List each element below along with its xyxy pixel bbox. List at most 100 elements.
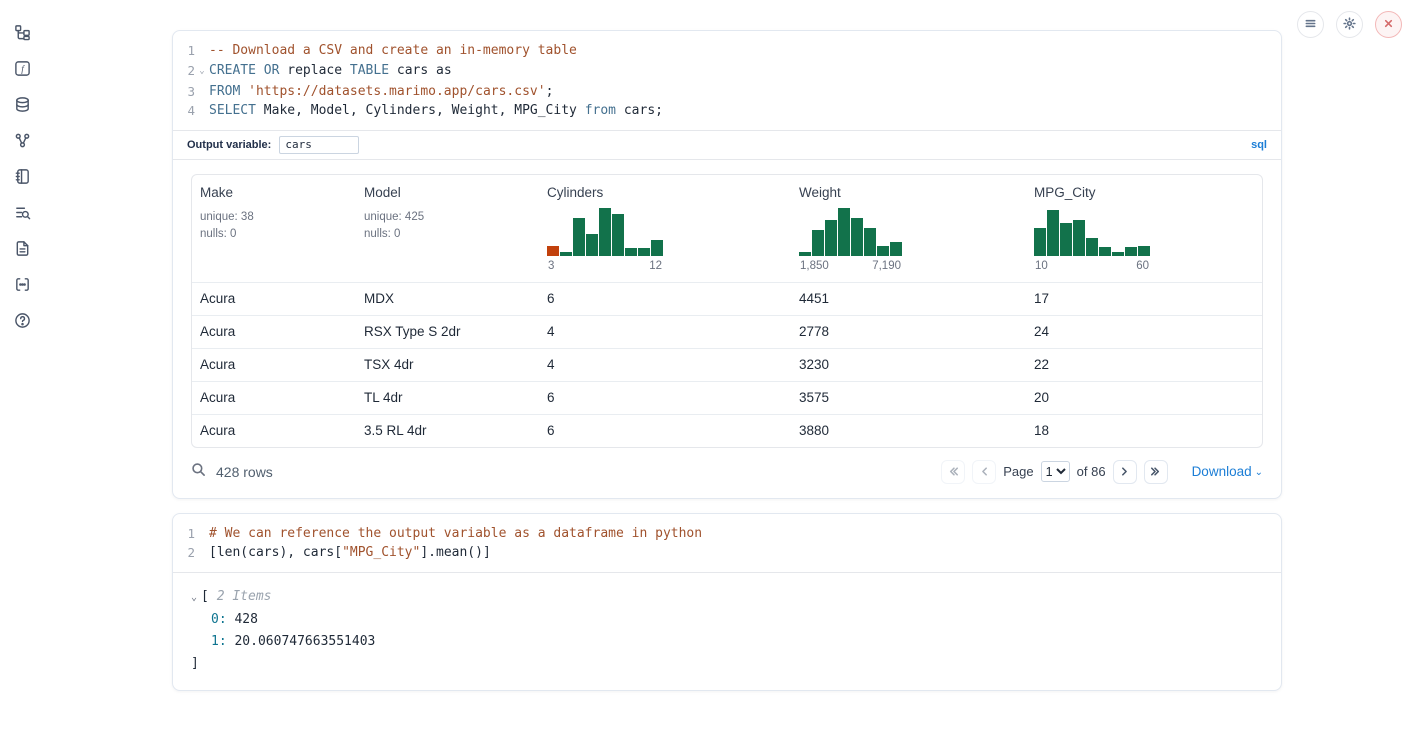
histogram-bar[interactable] [1125, 247, 1137, 256]
histogram-bar[interactable] [638, 248, 650, 256]
column-stats: unique: 38nulls: 0 [200, 209, 348, 243]
histogram-bar[interactable] [838, 208, 850, 256]
tree-entry[interactable]: 1: 20.060747663551403 [173, 631, 1281, 653]
next-page-button[interactable] [1113, 460, 1137, 484]
table-cell: Acura [192, 283, 356, 315]
column-header[interactable]: Cylinders312 [539, 175, 791, 282]
variables-function-icon[interactable]: f [10, 56, 34, 80]
code-line[interactable]: 4SELECT Make, Model, Cylinders, Weight, … [173, 101, 1281, 121]
histogram-bar[interactable] [1112, 252, 1124, 256]
page-select[interactable]: 1 [1041, 461, 1070, 482]
table-row[interactable]: Acura3.5 RL 4dr6388018 [192, 414, 1262, 447]
axis-min-label: 1,850 [800, 260, 829, 272]
last-page-button[interactable] [1144, 460, 1168, 484]
column-header[interactable]: Weight1,8507,190 [791, 175, 1026, 282]
table-cell: 3.5 RL 4dr [356, 415, 539, 447]
histogram-bar[interactable] [825, 220, 837, 256]
chevron-right-icon [1118, 465, 1131, 478]
histogram-bar[interactable] [851, 218, 863, 256]
code-line[interactable]: 3FROM 'https://datasets.marimo.app/cars.… [173, 82, 1281, 102]
python-code-editor[interactable]: 1# We can reference the output variable … [173, 514, 1281, 572]
download-button[interactable]: Download ⌄ [1192, 464, 1263, 479]
page-total-label: of 86 [1077, 464, 1106, 479]
data-table: Make unique: 38nulls: 0Modelunique: 425nu… [191, 174, 1263, 448]
code-line[interactable]: 2[len(cars), cars["MPG_City"].mean()] [173, 543, 1281, 563]
histogram-bar[interactable] [547, 246, 559, 256]
histogram-bar[interactable] [799, 252, 811, 256]
histogram-bars [547, 206, 663, 256]
dependency-graph-icon[interactable] [10, 128, 34, 152]
previous-page-button[interactable] [972, 460, 996, 484]
histogram-bar[interactable] [812, 230, 824, 256]
code-token: FROM [209, 84, 240, 99]
entry-value: 20.060747663551403 [234, 634, 375, 649]
code-token: Make, Model, Cylinders, Weight, MPG_City [256, 103, 585, 118]
table-cell: 3575 [791, 382, 1026, 414]
histogram-bar[interactable] [1099, 247, 1111, 256]
axis-min-label: 10 [1035, 260, 1048, 272]
histogram-bar[interactable] [1034, 228, 1046, 256]
column-header[interactable]: Modelunique: 425nulls: 0 [356, 175, 539, 282]
fold-gutter [195, 524, 209, 544]
snippets-brackets-icon[interactable] [10, 272, 34, 296]
shutdown-button[interactable] [1375, 11, 1402, 38]
column-header[interactable]: Make unique: 38nulls: 0 [192, 175, 356, 282]
histogram-bar[interactable] [612, 214, 624, 256]
histogram-bar[interactable] [586, 234, 598, 256]
help-icon[interactable] [10, 308, 34, 332]
histogram-bar[interactable] [573, 218, 585, 256]
column-histogram: 1,8507,190 [799, 206, 902, 272]
tree-entry[interactable]: 0: 428 [173, 609, 1281, 631]
fold-caret-icon[interactable]: ⌄ [195, 61, 209, 82]
histogram-bar[interactable] [1060, 223, 1072, 256]
fold-gutter [195, 101, 209, 121]
sql-cell: 1-- Download a CSV and create an in-memo… [172, 30, 1282, 499]
table-cell: 2778 [791, 316, 1026, 348]
histogram-bar[interactable] [651, 240, 663, 256]
settings-button[interactable] [1336, 11, 1363, 38]
column-label: Make [200, 185, 348, 200]
axis-min-label: 3 [548, 260, 554, 272]
histogram-bar[interactable] [625, 248, 637, 256]
histogram-bar[interactable] [864, 228, 876, 256]
code-line[interactable]: 1-- Download a CSV and create an in-memo… [173, 41, 1281, 61]
output-variable-input[interactable] [279, 136, 359, 154]
histogram-bar[interactable] [599, 208, 611, 256]
table-row[interactable]: AcuraRSX Type S 2dr4277824 [192, 315, 1262, 348]
stat-line: nulls: 0 [364, 226, 531, 243]
histogram-bar[interactable] [890, 242, 902, 256]
output-variable-label: Output variable: [187, 139, 271, 151]
table-row[interactable]: AcuraTSX 4dr4323022 [192, 348, 1262, 381]
code-token: 'https://datasets.marimo.app/cars.csv' [248, 84, 545, 99]
close-icon [1382, 17, 1395, 33]
outline-search-icon[interactable] [10, 200, 34, 224]
histogram-bar[interactable] [877, 246, 889, 256]
code-token: cars as [389, 63, 452, 78]
table-footer: 428 rows Page 1 of 86 [173, 448, 1281, 498]
histogram-bar[interactable] [1073, 220, 1085, 256]
histogram-bar[interactable] [1047, 210, 1059, 256]
sql-code-editor[interactable]: 1-- Download a CSV and create an in-memo… [173, 31, 1281, 130]
menu-button[interactable] [1297, 11, 1324, 38]
collapse-caret-icon[interactable]: ⌄ [191, 592, 197, 603]
table-row[interactable]: AcuraTL 4dr6357520 [192, 381, 1262, 414]
column-header[interactable]: MPG_City1060 [1026, 175, 1262, 282]
code-line[interactable]: 2⌄CREATE OR replace TABLE cars as [173, 61, 1281, 82]
scratchpad-notebook-icon[interactable] [10, 164, 34, 188]
table-row[interactable]: AcuraMDX6445117 [192, 282, 1262, 315]
histogram-bar[interactable] [1086, 238, 1098, 256]
file-explorer-icon[interactable] [10, 20, 34, 44]
histogram-bar[interactable] [1138, 246, 1150, 256]
stat-line: nulls: 0 [200, 226, 348, 243]
histogram-bar[interactable] [560, 252, 572, 256]
table-cell: 4 [539, 349, 791, 381]
table-cell: 6 [539, 382, 791, 414]
search-icon[interactable] [191, 462, 206, 482]
notebook-actions [1297, 11, 1402, 38]
first-page-button[interactable] [941, 460, 965, 484]
notebook-cells: 1-- Download a CSV and create an in-memo… [172, 30, 1282, 691]
data-sources-database-icon[interactable] [10, 92, 34, 116]
documentation-file-icon[interactable] [10, 236, 34, 260]
code-line[interactable]: 1# We can reference the output variable … [173, 524, 1281, 544]
code-token: [len(cars), cars[ [209, 545, 342, 560]
